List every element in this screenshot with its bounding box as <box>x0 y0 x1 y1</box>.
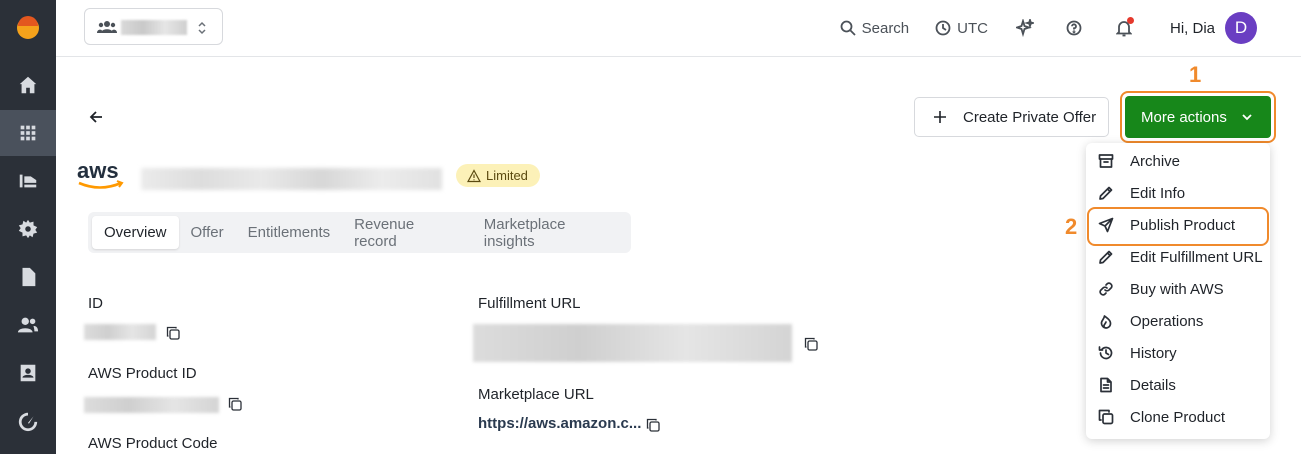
organization-name-redacted <box>121 20 187 35</box>
warning-icon <box>467 168 481 182</box>
sidebar <box>0 0 56 454</box>
pencil-icon <box>1099 186 1113 200</box>
archive-icon <box>1098 154 1114 168</box>
plus-icon <box>934 111 946 123</box>
search-button[interactable]: Search <box>840 0 910 56</box>
step-1-annotation: 1 <box>1189 62 1202 87</box>
step-2-annotation: 2 <box>1065 214 1078 239</box>
sidebar-item-documents[interactable] <box>0 254 56 300</box>
menu-item-buy-with-aws[interactable]: Buy with AWS <box>1086 273 1270 305</box>
create-private-offer-label: Create Private Offer <box>963 108 1097 126</box>
menu-item-label: Details <box>1130 376 1176 394</box>
copy-icon[interactable] <box>228 397 242 411</box>
speedometer-icon <box>18 412 38 432</box>
top-bar-actions: Search UTC Hi, Dia D <box>840 0 1301 56</box>
sidebar-item-settings[interactable] <box>0 206 56 252</box>
tab-revenue-record[interactable]: Revenue record <box>342 216 472 250</box>
tab-marketplace-insights[interactable]: Marketplace insights <box>472 216 631 250</box>
aws-logo: aws <box>77 158 124 189</box>
document-icon <box>1100 377 1112 393</box>
back-arrow-icon[interactable] <box>88 108 106 126</box>
fulfillment-url-label: Fulfillment URL <box>478 295 581 312</box>
flame-icon <box>1100 315 1112 329</box>
tab-bar: Overview Offer Entitlements Revenue reco… <box>88 212 631 253</box>
contacts-icon <box>20 364 36 382</box>
id-label: ID <box>88 295 103 312</box>
marketplace-url-link[interactable]: https://aws.amazon.c... <box>478 415 641 432</box>
user-greeting: Hi, Dia <box>1169 19 1215 37</box>
menu-item-edit-info[interactable]: Edit Info <box>1086 177 1270 209</box>
menu-item-clone-product[interactable]: Clone Product <box>1086 401 1270 433</box>
menu-item-label: Clone Product <box>1130 408 1226 426</box>
history-icon <box>1098 346 1113 360</box>
create-private-offer-button[interactable]: Create Private Offer <box>914 97 1109 137</box>
team-icon <box>97 21 117 33</box>
sidebar-item-dashboard[interactable] <box>0 398 56 444</box>
status-badge: Limited <box>456 164 540 187</box>
menu-item-label: Edit Fulfillment URL <box>1130 248 1263 266</box>
id-value-redacted <box>84 324 156 340</box>
products-icon <box>19 174 37 188</box>
timezone-button[interactable]: UTC <box>935 0 988 56</box>
top-bar: Search UTC Hi, Dia D <box>56 0 1301 57</box>
settings-icon <box>18 219 38 239</box>
more-actions-menu: Archive Edit Info Publish Product Edit F… <box>1086 143 1270 439</box>
sidebar-item-products[interactable] <box>0 158 56 204</box>
menu-item-history[interactable]: History <box>1086 337 1270 369</box>
users-icon <box>17 317 39 333</box>
menu-item-archive[interactable]: Archive <box>1086 145 1270 177</box>
menu-item-label: History <box>1130 344 1177 362</box>
document-icon <box>22 267 36 287</box>
avatar: D <box>1225 12 1257 44</box>
copy-icon[interactable] <box>166 326 180 340</box>
fulfillment-url-value-redacted <box>473 324 792 362</box>
menu-item-details[interactable]: Details <box>1086 369 1270 401</box>
sidebar-item-apps[interactable] <box>0 110 56 156</box>
chevron-down-icon <box>1242 114 1252 121</box>
apps-grid-icon <box>20 125 36 141</box>
link-icon <box>1099 282 1113 296</box>
search-label: Search <box>861 19 910 37</box>
menu-item-label: Buy with AWS <box>1130 280 1224 298</box>
copy-icon[interactable] <box>646 418 660 432</box>
step-2-highlight <box>1087 207 1269 246</box>
help-button[interactable] <box>1066 0 1082 56</box>
sidebar-item-contacts[interactable] <box>0 350 56 396</box>
menu-item-label: Operations <box>1130 312 1204 330</box>
search-icon <box>840 20 856 36</box>
tab-entitlements[interactable]: Entitlements <box>236 216 343 249</box>
sparkles-icon <box>1015 19 1034 37</box>
chevron-updown-icon <box>198 21 206 35</box>
tab-offer[interactable]: Offer <box>179 216 236 249</box>
menu-item-operations[interactable]: Operations <box>1086 305 1270 337</box>
aws-product-code-label: AWS Product Code <box>88 435 218 452</box>
menu-item-label: Edit Info <box>1130 184 1186 202</box>
menu-item-label: Archive <box>1130 152 1181 170</box>
svg-text:aws: aws <box>77 158 119 183</box>
tab-overview[interactable]: Overview <box>92 216 179 249</box>
timezone-label: UTC <box>957 19 988 37</box>
copy-icon[interactable] <box>804 337 818 351</box>
clock-icon <box>935 20 951 36</box>
aws-product-id-value-redacted <box>84 397 219 413</box>
more-actions-label: More actions <box>1141 108 1227 126</box>
marketplace-url-label: Marketplace URL <box>478 386 594 403</box>
aws-product-id-label: AWS Product ID <box>88 365 197 382</box>
pencil-icon <box>1099 250 1113 264</box>
notifications-button[interactable] <box>1115 0 1134 56</box>
sidebar-item-home[interactable] <box>0 62 56 108</box>
app-logo-icon[interactable] <box>16 16 40 40</box>
organization-selector[interactable] <box>84 8 223 45</box>
product-title-redacted <box>141 168 442 190</box>
status-badge-label: Limited <box>486 168 528 183</box>
user-menu[interactable]: Hi, Dia D <box>1170 0 1257 56</box>
sidebar-item-users[interactable] <box>0 302 56 348</box>
help-icon <box>1066 20 1082 36</box>
home-icon <box>19 76 37 94</box>
clone-icon <box>1098 409 1114 425</box>
more-actions-button[interactable]: More actions <box>1125 96 1271 138</box>
notification-dot <box>1126 17 1134 24</box>
ai-assistant-button[interactable] <box>1015 0 1034 56</box>
